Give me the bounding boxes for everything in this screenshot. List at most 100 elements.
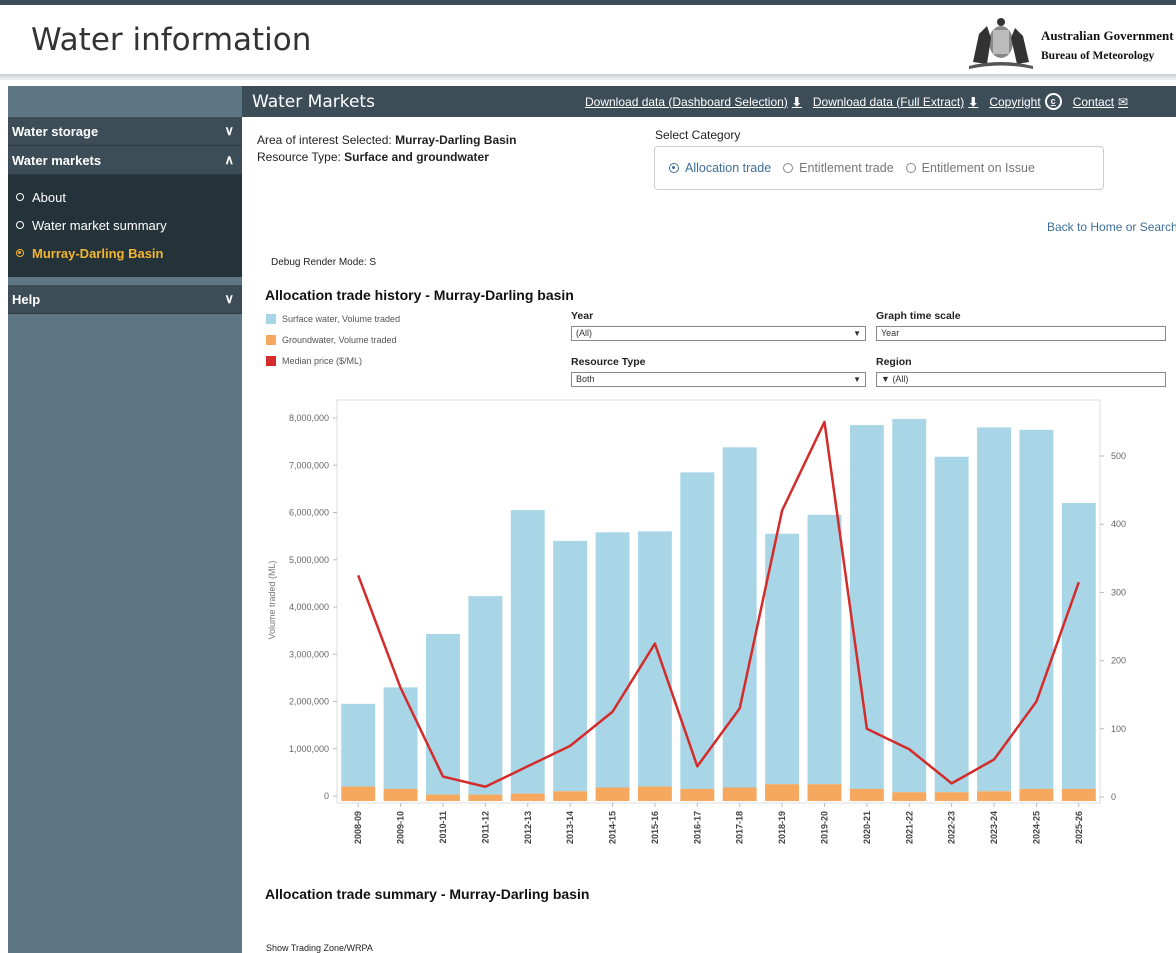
gov-line-1: Australian Government bbox=[1041, 28, 1174, 43]
bar-ground-2022-23 bbox=[934, 792, 969, 801]
bar-ground-2012-13 bbox=[510, 793, 545, 801]
time-scale-label: Graph time scale bbox=[876, 310, 961, 322]
legend-item-price[interactable]: Median price ($/ML) bbox=[266, 355, 400, 366]
bar-ground-2008-09 bbox=[341, 786, 376, 801]
page-title: Water Markets bbox=[252, 92, 375, 112]
y-tick-label: 3,000,000 bbox=[289, 649, 329, 659]
bar-surface-2024-25 bbox=[1019, 429, 1054, 789]
contact-link[interactable]: Contact ✉ bbox=[1073, 93, 1128, 110]
bar-ground-2011-12 bbox=[468, 794, 503, 801]
y-tick-label: 1,000,000 bbox=[289, 744, 329, 754]
resource-type-filter-label: Resource Type bbox=[571, 356, 646, 368]
y2-tick-label: 0 bbox=[1111, 792, 1116, 802]
category-radio-group: Allocation trade Entitlement trade Entit… bbox=[654, 146, 1104, 190]
aoi-label: Area of interest Selected: bbox=[257, 133, 392, 147]
download-full-link[interactable]: Download data (Full Extract) ⬇ bbox=[813, 93, 978, 110]
plot-frame bbox=[336, 399, 1101, 804]
resource-type-label: Resource Type: bbox=[257, 150, 341, 164]
y-tick-label: 5,000,000 bbox=[289, 555, 329, 565]
y-tick-label: 8,000,000 bbox=[289, 413, 329, 423]
back-to-home-link[interactable]: Back to Home or Search bbox=[1047, 220, 1176, 234]
download-selection-label: Download data (Dashboard Selection) bbox=[585, 94, 788, 109]
y-tick-label: 0 bbox=[324, 791, 329, 801]
category-allocation-trade[interactable]: Allocation trade bbox=[669, 161, 771, 175]
government-logo[interactable]: Australian Government Bureau of Meteorol… bbox=[965, 14, 1176, 70]
year-filter-select[interactable]: (All) ▼ bbox=[571, 326, 866, 341]
y2-tick-label: 200 bbox=[1111, 656, 1126, 666]
radio-icon bbox=[16, 193, 24, 201]
bar-surface-2021-22 bbox=[892, 418, 927, 793]
legend-item-surface[interactable]: Surface water, Volume traded bbox=[266, 313, 400, 324]
download-icon: ⬇ bbox=[791, 94, 802, 109]
chart-legend: Surface water, Volume traded Groundwater… bbox=[266, 313, 400, 376]
x-tick-label: 2009-10 bbox=[396, 811, 406, 844]
resource-type-select[interactable]: Both ▼ bbox=[571, 372, 866, 387]
bar-ground-2013-14 bbox=[553, 791, 588, 801]
bar-ground-2019-20 bbox=[807, 784, 842, 801]
bar-surface-2019-20 bbox=[807, 514, 842, 785]
download-full-label: Download data (Full Extract) bbox=[812, 94, 965, 109]
chevron-up-icon: ∧ bbox=[224, 152, 234, 167]
category-entitlement-on-issue[interactable]: Entitlement on Issue bbox=[905, 161, 1035, 175]
sidebar-item-help[interactable]: Help ∨ bbox=[8, 285, 242, 314]
gov-line-2: Bureau of Meteorology bbox=[1041, 50, 1155, 62]
sidebar: Water storage ∨ Water markets ∧ About Wa… bbox=[8, 86, 242, 953]
y-axis-label: Volume traded (ML) bbox=[267, 560, 277, 639]
x-tick-label: 2022-23 bbox=[947, 811, 957, 844]
x-tick-label: 2008-09 bbox=[353, 811, 363, 844]
dropdown-arrow-icon: ▼ bbox=[853, 329, 861, 338]
chart-title: Allocation trade history - Murray-Darlin… bbox=[265, 287, 574, 303]
sidebar-item-label: Water markets bbox=[12, 152, 102, 168]
select-category-label: Select Category bbox=[655, 128, 741, 142]
y-tick-label: 6,000,000 bbox=[289, 508, 329, 518]
sidebar-sub-murray-darling-basin[interactable]: Murray-Darling Basin bbox=[8, 239, 242, 267]
trading-zone-toggle-label[interactable]: Show Trading Zone/WRPA bbox=[266, 943, 373, 953]
year-filter-value: (All) bbox=[576, 328, 592, 338]
legend-swatch bbox=[266, 355, 276, 366]
category-entitlement-trade[interactable]: Entitlement trade bbox=[783, 161, 894, 175]
legend-label: Median price ($/ML) bbox=[282, 355, 363, 366]
y-tick-label: 7,000,000 bbox=[289, 460, 329, 470]
download-selection-link[interactable]: Download data (Dashboard Selection) ⬇ bbox=[585, 93, 802, 110]
copyright-label: Copyright bbox=[989, 94, 1041, 109]
sidebar-sub-water-market-summary[interactable]: Water market summary bbox=[8, 211, 242, 239]
copyright-link[interactable]: Copyright c bbox=[989, 93, 1062, 110]
sidebar-item-water-storage[interactable]: Water storage ∨ bbox=[8, 117, 242, 146]
contact-label: Contact bbox=[1072, 94, 1115, 109]
region-select[interactable]: ▼ (All) bbox=[876, 372, 1166, 387]
copyright-icon: c bbox=[1044, 93, 1062, 110]
time-scale-select[interactable]: Year bbox=[876, 326, 1166, 341]
content-titlebar: Water Markets Download data (Dashboard S… bbox=[242, 86, 1176, 117]
x-tick-label: 2010-11 bbox=[438, 811, 448, 844]
sidebar-item-water-markets[interactable]: Water markets ∧ bbox=[8, 146, 242, 175]
legend-swatch bbox=[266, 313, 276, 324]
radio-icon bbox=[16, 221, 24, 229]
radio-selected-icon bbox=[16, 249, 24, 257]
x-tick-label: 2015-16 bbox=[650, 811, 660, 844]
sidebar-sub-label: Murray-Darling Basin bbox=[32, 245, 164, 261]
bar-ground-2025-26 bbox=[1061, 788, 1096, 801]
x-tick-label: 2018-19 bbox=[777, 811, 787, 844]
header-divider bbox=[0, 74, 1176, 80]
y-tick-label: 4,000,000 bbox=[289, 602, 329, 612]
bar-ground-2015-16 bbox=[637, 786, 672, 801]
x-tick-label: 2024-25 bbox=[1031, 811, 1041, 844]
bar-surface-2009-10 bbox=[383, 687, 418, 789]
legend-item-ground[interactable]: Groundwater, Volume traded bbox=[266, 334, 400, 345]
bar-surface-2012-13 bbox=[510, 510, 545, 794]
sidebar-sub-about[interactable]: About bbox=[8, 183, 242, 211]
x-tick-label: 2016-17 bbox=[692, 811, 702, 844]
legend-label: Groundwater, Volume traded bbox=[282, 334, 397, 345]
sidebar-item-label: Help bbox=[12, 291, 41, 307]
bar-ground-2014-15 bbox=[595, 787, 630, 801]
bar-surface-2025-26 bbox=[1061, 503, 1096, 789]
bar-surface-2017-18 bbox=[722, 447, 757, 788]
category-option-label: Entitlement trade bbox=[799, 161, 894, 175]
x-tick-label: 2013-14 bbox=[565, 811, 575, 844]
bar-surface-2015-16 bbox=[637, 531, 672, 787]
bar-surface-2011-12 bbox=[468, 596, 503, 795]
radio-icon bbox=[783, 163, 794, 173]
site-title[interactable]: Water information bbox=[31, 22, 311, 58]
x-tick-label: 2021-22 bbox=[904, 811, 914, 844]
y2-tick-label: 100 bbox=[1111, 724, 1126, 734]
